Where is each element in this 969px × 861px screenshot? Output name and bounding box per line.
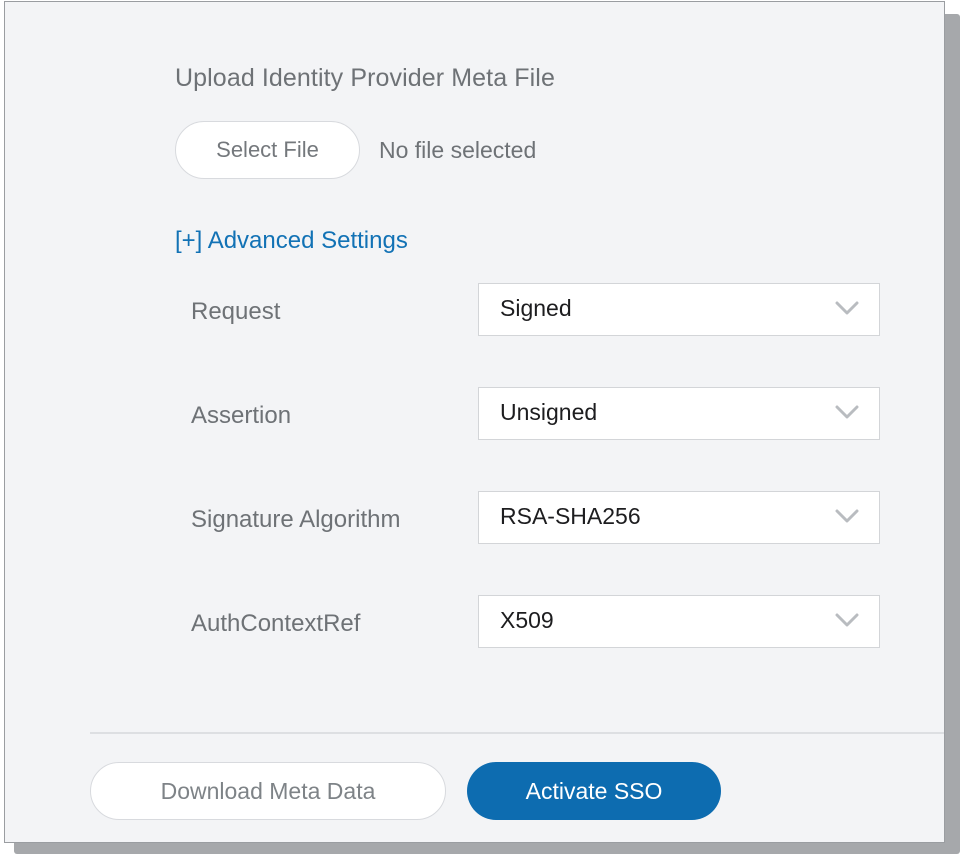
select-wrapper-request: Signed [478,283,880,336]
advanced-settings-list: Request Signed Assertion Unsigned Signat… [5,283,944,699]
screen: Upload Identity Provider Meta File Selec… [0,0,969,861]
download-meta-data-button[interactable]: Download Meta Data [90,762,446,820]
select-file-button[interactable]: Select File [175,121,360,179]
select-wrapper-authcontextref: X509 [478,595,880,648]
panel-body: Upload Identity Provider Meta File Selec… [5,2,944,842]
setting-label-assertion: Assertion [191,402,292,429]
sso-settings-panel: Upload Identity Provider Meta File Selec… [4,1,945,843]
file-status-text: No file selected [379,137,537,163]
setting-row-request: Request Signed [5,283,944,387]
setting-row-signature-algorithm: Signature Algorithm RSA-SHA256 [5,491,944,595]
footer-divider [90,732,944,734]
setting-row-assertion: Assertion Unsigned [5,387,944,491]
select-value-signature-algorithm: RSA-SHA256 [500,503,641,529]
select-wrapper-signature-algorithm: RSA-SHA256 [478,491,880,544]
setting-row-authcontextref: AuthContextRef X509 [5,595,944,699]
select-value-authcontextref: X509 [500,607,554,633]
upload-section-title: Upload Identity Provider Meta File [175,64,555,92]
setting-label-authcontextref: AuthContextRef [191,610,361,637]
advanced-settings-toggle[interactable]: [+] Advanced Settings [175,227,408,255]
setting-label-signature-algorithm: Signature Algorithm [191,506,401,533]
select-wrapper-assertion: Unsigned [478,387,880,440]
select-value-assertion: Unsigned [500,399,598,425]
activate-sso-button[interactable]: Activate SSO [467,762,721,820]
select-value-request: Signed [500,295,572,321]
setting-label-request: Request [191,298,281,325]
